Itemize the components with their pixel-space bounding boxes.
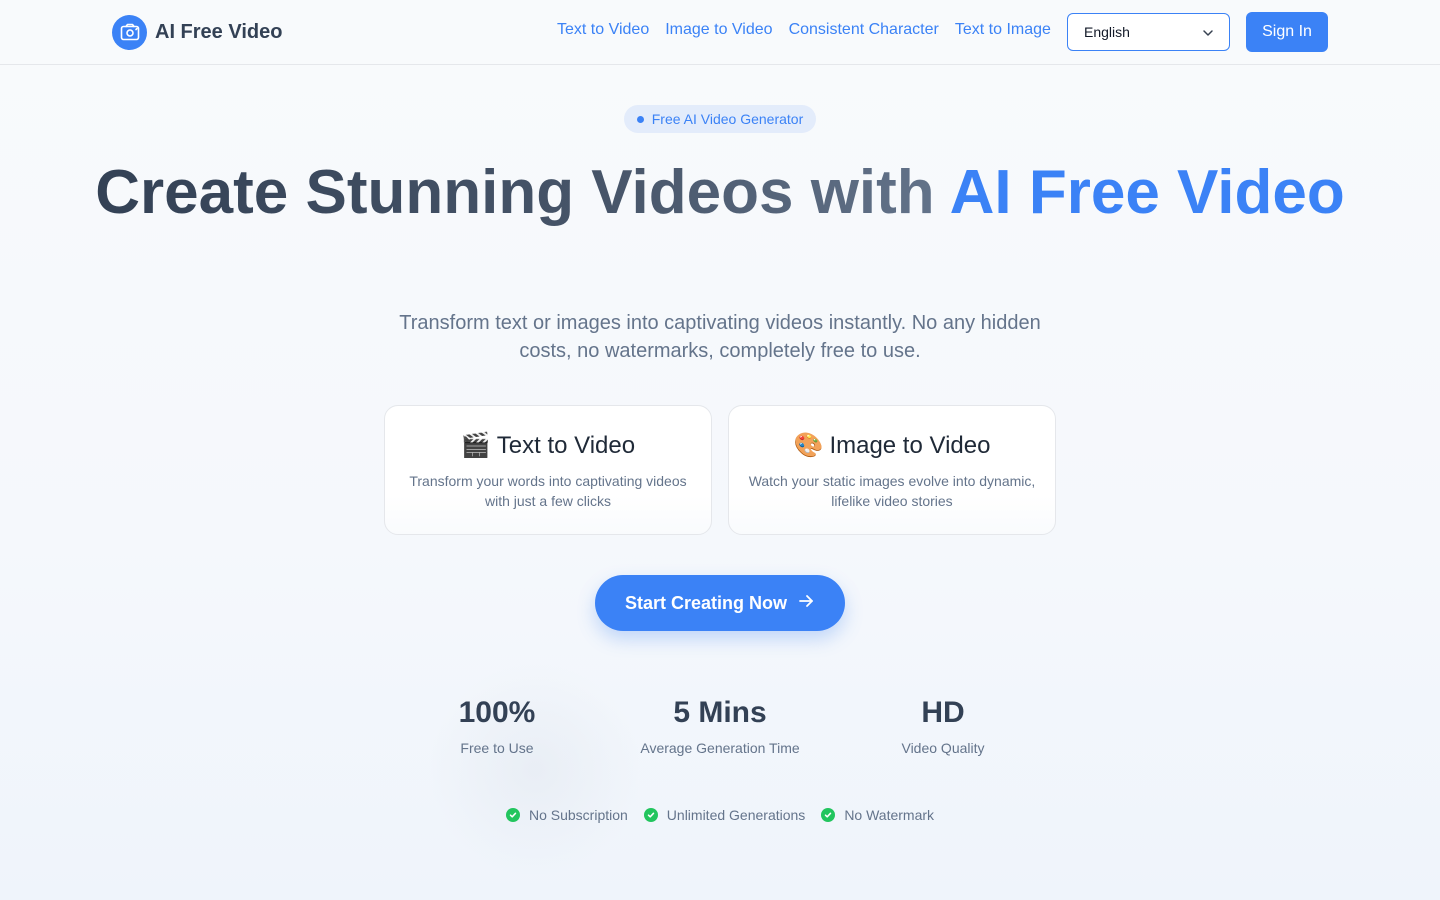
badge-label: Free AI Video Generator: [651, 111, 804, 127]
feature-label: No Watermark: [844, 807, 935, 823]
nav-image-to-video[interactable]: Image to Video: [665, 21, 772, 39]
feature-list: No Subscription Unlimited Generations No…: [0, 807, 1440, 823]
check-circle-icon: [505, 808, 520, 822]
hero-title-main: Create Stunning Videos with: [95, 158, 950, 227]
feature-item: No Watermark: [821, 807, 934, 823]
sign-in-button[interactable]: Sign In: [1246, 12, 1328, 52]
check-circle-icon: [643, 808, 658, 822]
nav-consistent-character[interactable]: Consistent Character: [789, 21, 939, 39]
check-circle-icon: [821, 808, 836, 822]
stat-free: 100% Free to Use: [387, 695, 607, 756]
card-title: Text to Video: [496, 432, 636, 459]
palette-icon: 🎨: [793, 432, 824, 459]
card-text-to-video[interactable]: 🎬 Text to Video Transform your words int…: [384, 405, 712, 535]
stat-label: Average Generation Time: [640, 740, 800, 756]
clapperboard-icon: 🎬: [460, 432, 491, 459]
hero-title: Create Stunning Videos with AI Free Vide…: [0, 162, 1440, 224]
card-description: Transform your words into captivating vi…: [409, 473, 687, 509]
feature-label: Unlimited Generations: [666, 807, 806, 823]
nav-text-to-image[interactable]: Text to Image: [955, 21, 1051, 39]
card-title: Image to Video: [829, 432, 991, 459]
hero-badge: Free AI Video Generator: [624, 105, 816, 133]
brand-logo[interactable]: AI Free Video: [112, 14, 283, 50]
top-nav-bar: AI Free Video Text to Video Image to Vid…: [0, 0, 1440, 65]
stat-generation-time: 5 Mins Average Generation Time: [610, 695, 830, 756]
feature-item: Unlimited Generations: [643, 807, 806, 823]
hero-subtitle: Transform text or images into captivatin…: [399, 312, 1041, 362]
card-title-row: 🎨 Image to Video: [729, 430, 1055, 462]
language-select[interactable]: English: [1067, 13, 1230, 51]
cta-label: Start Creating Now: [624, 592, 788, 613]
stat-value: HD: [921, 696, 965, 729]
stat-label: Free to Use: [460, 740, 534, 756]
hero-title-accent: AI Free Video: [949, 158, 1345, 227]
nav-text-to-video[interactable]: Text to Video: [557, 21, 649, 39]
chevron-down-icon: [1201, 26, 1215, 43]
card-title-row: 🎬 Text to Video: [385, 430, 711, 462]
background-glow: [430, 660, 640, 880]
badge-dot-icon: [636, 115, 644, 123]
stat-value: 100%: [458, 696, 536, 729]
stat-label: Video Quality: [901, 740, 985, 756]
language-select-value: English: [1084, 24, 1130, 40]
feature-item: No Subscription: [505, 807, 628, 823]
stat-quality: HD Video Quality: [833, 695, 1053, 756]
brand-name: AI Free Video: [155, 20, 283, 43]
stat-value: 5 Mins: [673, 696, 767, 729]
card-description: Watch your static images evolve into dyn…: [748, 473, 1036, 509]
arrow-right-icon: [797, 592, 815, 615]
feature-label: No Subscription: [528, 807, 628, 823]
card-image-to-video[interactable]: 🎨 Image to Video Watch your static image…: [728, 405, 1056, 535]
main-nav: Text to Video Image to Video Consistent …: [557, 21, 1051, 39]
camera-rotate-icon: [112, 14, 147, 50]
start-creating-button[interactable]: Start Creating Now: [595, 575, 845, 631]
